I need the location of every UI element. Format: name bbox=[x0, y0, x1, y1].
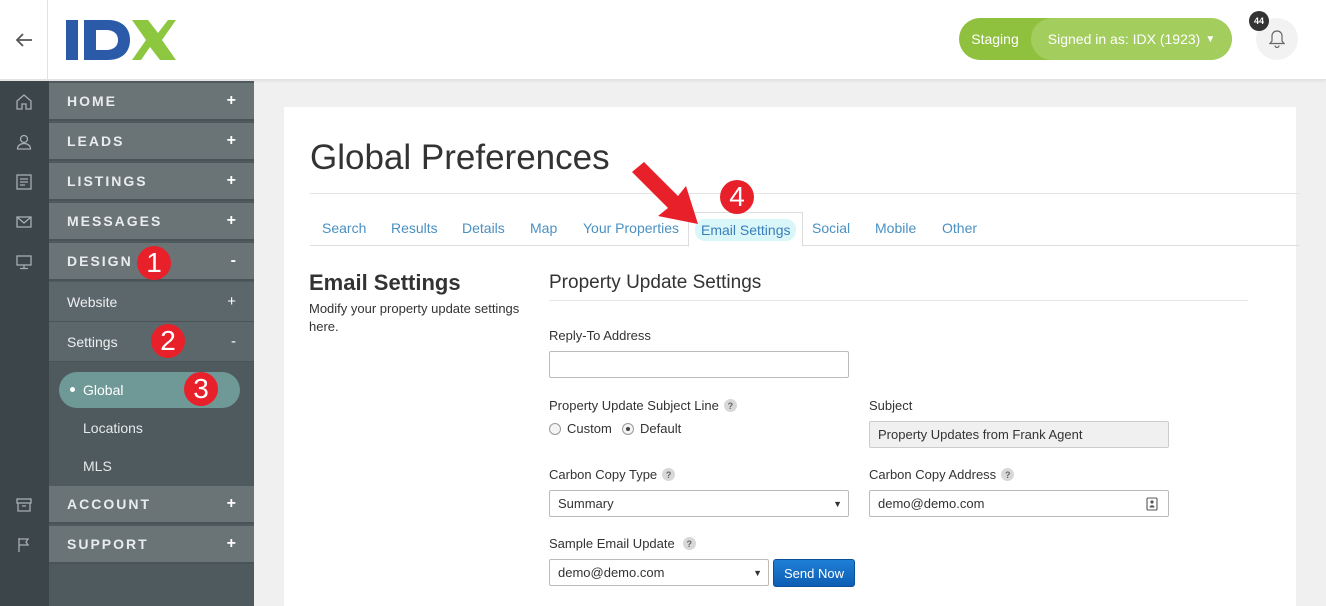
radio-default-circle[interactable] bbox=[622, 422, 634, 435]
expand-icon: + bbox=[226, 172, 236, 189]
environment-pill[interactable]: Staging Signed in as: IDX (1923) ▼ bbox=[959, 18, 1232, 60]
bell-icon bbox=[1269, 30, 1285, 48]
send-now-button[interactable]: Send Now bbox=[773, 559, 855, 587]
tab-other[interactable]: Other bbox=[942, 210, 977, 246]
expand-icon: + bbox=[226, 212, 236, 229]
arrow-left-icon bbox=[15, 33, 32, 47]
archive-icon[interactable] bbox=[14, 495, 34, 515]
cc-address-input[interactable]: demo@demo.com bbox=[869, 490, 1169, 517]
nav-global-label: Global bbox=[83, 382, 124, 398]
reply-to-label: Reply-To Address bbox=[549, 328, 651, 343]
cc-address-label-text: Carbon Copy Address bbox=[869, 467, 997, 482]
subject-field: Property Updates from Frank Agent bbox=[869, 421, 1169, 448]
step-marker-3: 3 bbox=[184, 372, 218, 406]
expand-icon: + bbox=[226, 132, 236, 149]
expand-icon: + bbox=[226, 92, 236, 109]
nav-settings-label: Settings bbox=[67, 333, 118, 350]
nav-locations[interactable]: Locations bbox=[83, 410, 143, 446]
help-icon[interactable]: ? bbox=[723, 399, 737, 412]
mail-icon[interactable] bbox=[14, 212, 34, 232]
step-marker-4: 4 bbox=[720, 180, 754, 214]
notification-count-badge: 44 bbox=[1249, 11, 1269, 31]
radio-default[interactable]: Default bbox=[622, 421, 681, 436]
tab-details[interactable]: Details bbox=[462, 210, 505, 246]
nav-leads-label: LEADS bbox=[67, 133, 125, 149]
annotation-arrow-icon bbox=[632, 162, 698, 224]
radio-custom-circle[interactable] bbox=[549, 422, 561, 435]
staging-label: Staging bbox=[971, 31, 1019, 47]
nav-account-label: ACCOUNT bbox=[67, 496, 151, 512]
radio-default-label: Default bbox=[640, 421, 682, 436]
icon-rail bbox=[0, 81, 49, 606]
sample-email-label: Sample Email Update ? bbox=[549, 536, 696, 551]
expand-icon: + bbox=[227, 293, 236, 310]
help-icon[interactable]: ? bbox=[662, 468, 676, 481]
nav-website-label: Website bbox=[67, 293, 118, 310]
dropdown-arrow-icon: ▼ bbox=[753, 568, 762, 578]
fieldset-divider bbox=[549, 300, 1248, 301]
nav-leads[interactable]: LEADS + bbox=[49, 123, 254, 161]
help-icon[interactable]: ? bbox=[1001, 468, 1015, 481]
tab-mobile[interactable]: Mobile bbox=[875, 210, 916, 246]
tab-map[interactable]: Map bbox=[530, 210, 557, 246]
cc-type-label: Carbon Copy Type ? bbox=[549, 467, 676, 482]
preferences-tabs: Search Results Details Map Your Properti… bbox=[310, 210, 1299, 247]
cc-address-value: demo@demo.com bbox=[878, 496, 985, 511]
nav-account[interactable]: ACCOUNT + bbox=[49, 486, 254, 524]
contact-card-icon[interactable] bbox=[1146, 497, 1158, 511]
sample-email-value: demo@demo.com bbox=[558, 565, 665, 580]
tab-search[interactable]: Search bbox=[322, 210, 366, 246]
nav-messages-label: MESSAGES bbox=[67, 213, 163, 229]
signed-in-label: Signed in as: IDX (1923) bbox=[1047, 31, 1201, 47]
tab-results[interactable]: Results bbox=[391, 210, 438, 246]
account-menu-button[interactable]: Signed in as: IDX (1923) ▼ bbox=[1031, 18, 1232, 60]
top-bar: Staging Signed in as: IDX (1923) ▼ 44 bbox=[0, 0, 1326, 80]
dropdown-arrow-icon: ▼ bbox=[833, 499, 842, 509]
section-title: Email Settings bbox=[309, 270, 461, 295]
radio-custom[interactable]: Custom bbox=[549, 421, 612, 436]
nav-listings-label: LISTINGS bbox=[67, 173, 148, 189]
radio-custom-label: Custom bbox=[567, 421, 612, 436]
flag-icon[interactable] bbox=[14, 535, 34, 555]
home-icon[interactable] bbox=[14, 92, 34, 112]
tab-social[interactable]: Social bbox=[812, 210, 850, 246]
reply-to-input[interactable] bbox=[549, 351, 849, 378]
collapse-icon: - bbox=[231, 333, 236, 350]
fieldset-title: Property Update Settings bbox=[549, 272, 762, 293]
nav-mls[interactable]: MLS bbox=[83, 448, 112, 484]
help-icon[interactable]: ? bbox=[682, 537, 696, 550]
nav-website[interactable]: Website + bbox=[49, 282, 254, 322]
subject-label: Subject bbox=[869, 398, 913, 413]
collapse-icon: - bbox=[230, 252, 236, 269]
expand-icon: + bbox=[226, 495, 236, 512]
back-button[interactable] bbox=[0, 0, 48, 80]
nav-support[interactable]: SUPPORT + bbox=[49, 526, 254, 564]
step-marker-2: 2 bbox=[151, 324, 185, 358]
section-description: Modify your property update settings her… bbox=[309, 301, 520, 334]
user-icon[interactable] bbox=[14, 132, 34, 152]
nav-home-label: HOME bbox=[67, 93, 117, 109]
subject-line-label: Property Update Subject Line ? bbox=[549, 398, 737, 413]
cc-type-label-text: Carbon Copy Type bbox=[549, 467, 658, 482]
step-marker-1: 1 bbox=[137, 246, 171, 280]
cc-type-select[interactable]: Summary ▼ bbox=[549, 490, 849, 517]
idx-logo[interactable] bbox=[66, 18, 176, 62]
cc-type-value: Summary bbox=[558, 496, 614, 511]
sample-email-select[interactable]: demo@demo.com ▼ bbox=[549, 559, 769, 586]
bullet-icon bbox=[70, 387, 75, 392]
subject-line-label-text: Property Update Subject Line bbox=[549, 398, 719, 413]
listings-icon[interactable] bbox=[14, 172, 34, 192]
caret-down-icon: ▼ bbox=[1205, 33, 1216, 45]
monitor-icon[interactable] bbox=[14, 252, 34, 272]
cc-address-label: Carbon Copy Address ? bbox=[869, 467, 1015, 482]
sample-email-label-text: Sample Email Update bbox=[549, 536, 675, 551]
nav-support-label: SUPPORT bbox=[67, 536, 149, 552]
nav-home[interactable]: HOME + bbox=[49, 83, 254, 121]
nav-design-label: DESIGN bbox=[67, 253, 133, 269]
page-title: Global Preferences bbox=[310, 138, 610, 177]
nav-listings[interactable]: LISTINGS + bbox=[49, 163, 254, 201]
title-divider bbox=[310, 193, 1299, 194]
expand-icon: + bbox=[226, 535, 236, 552]
nav-messages[interactable]: MESSAGES + bbox=[49, 203, 254, 241]
